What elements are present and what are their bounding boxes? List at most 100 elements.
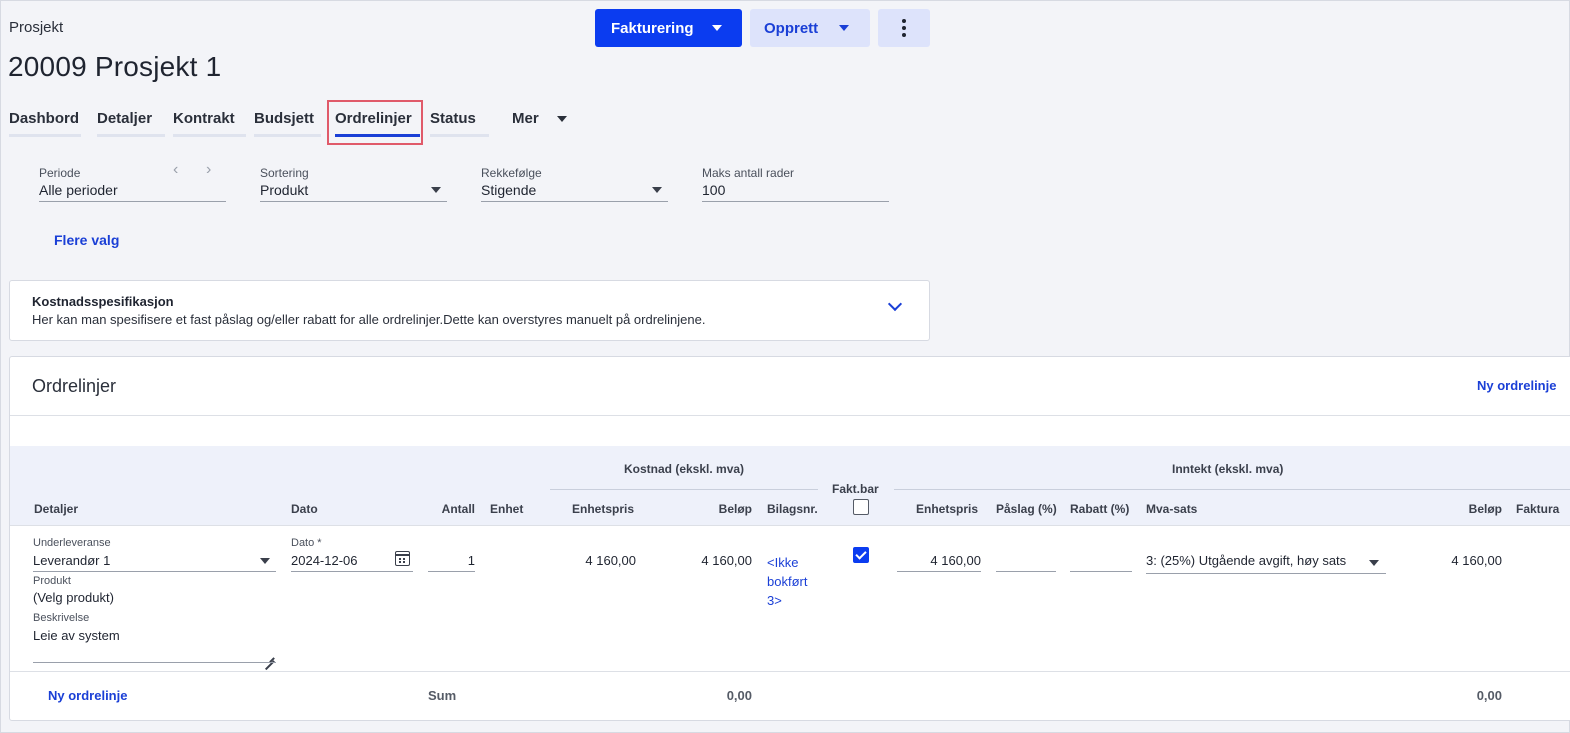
tab-underline bbox=[254, 134, 321, 137]
orderlines-title: Ordrelinjer bbox=[32, 376, 117, 396]
col-voucher-no: Bilagsnr. bbox=[767, 502, 818, 516]
description-textarea[interactable]: Leie av system bbox=[33, 628, 120, 643]
income-sum: 0,00 bbox=[1476, 688, 1502, 703]
create-button-label: Opprett bbox=[764, 19, 819, 37]
cost-spec-title: Kostnadsspesifikasjon bbox=[32, 294, 174, 309]
max-rows-input[interactable]: 100 bbox=[702, 182, 725, 198]
tab-underline bbox=[97, 134, 165, 137]
sub-delivery-underline bbox=[33, 571, 276, 572]
tab-mer[interactable]: Mer bbox=[512, 110, 567, 137]
date-label: Dato * bbox=[291, 537, 322, 549]
voucher-link-line3: 3> bbox=[767, 593, 782, 608]
income-unit-price-underline bbox=[897, 571, 981, 572]
description-label: Beskrivelse bbox=[33, 612, 90, 624]
tab-kontrakt[interactable]: Kontrakt bbox=[173, 110, 235, 137]
tab-status[interactable]: Status bbox=[430, 110, 476, 137]
date-underline bbox=[291, 571, 413, 572]
discount-underline bbox=[1070, 571, 1132, 572]
sub-delivery-select[interactable]: Leverandør 1 bbox=[33, 553, 110, 568]
markup-underline bbox=[996, 571, 1056, 572]
tab-detaljer[interactable]: Detaljer bbox=[97, 110, 152, 137]
tab-underline bbox=[173, 134, 246, 137]
invoicing-button-label: Fakturering bbox=[611, 19, 694, 37]
invoicing-button[interactable]: Fakturering bbox=[595, 9, 742, 47]
chevron-down-icon bbox=[652, 187, 662, 193]
col-billable: Fakt.bar bbox=[832, 482, 879, 496]
date-input[interactable]: 2024-12-06 bbox=[291, 553, 358, 568]
chevron-left-icon[interactable]: ‹ bbox=[173, 161, 178, 179]
tab-mer-label: Mer bbox=[512, 110, 539, 127]
col-cost-unit-price: Enhetspris bbox=[572, 502, 635, 516]
tab-budsjett[interactable]: Budsjett bbox=[254, 110, 314, 137]
chevron-down-icon bbox=[556, 116, 567, 123]
quantity-underline bbox=[428, 571, 475, 572]
col-invoice: Faktura bbox=[1516, 502, 1560, 516]
tab-dashbord[interactable]: Dashbord bbox=[9, 110, 79, 137]
sorting-underline bbox=[260, 201, 447, 202]
tab-underline bbox=[9, 134, 81, 137]
cost-unit-price: 4 160,00 bbox=[585, 553, 636, 568]
description-underline bbox=[33, 662, 276, 663]
billable-checkbox[interactable] bbox=[853, 547, 869, 563]
cost-amount: 4 160,00 bbox=[701, 553, 752, 568]
col-unit: Enhet bbox=[490, 502, 524, 516]
col-discount: Rabatt (%) bbox=[1070, 502, 1130, 516]
page-title: 20009 Prosjekt 1 bbox=[8, 51, 222, 82]
income-amount: 4 160,00 bbox=[1451, 553, 1502, 568]
divider bbox=[10, 671, 1570, 672]
group-line-cost bbox=[550, 489, 818, 490]
select-all-billable-checkbox[interactable] bbox=[853, 499, 869, 515]
col-date: Dato bbox=[291, 502, 318, 516]
vat-rate-select[interactable]: 3: (25%) Utgående avgift, høy sats bbox=[1146, 553, 1346, 568]
divider bbox=[10, 525, 1570, 526]
period-underline bbox=[39, 201, 226, 202]
sum-label: Sum bbox=[428, 688, 457, 703]
order-underline bbox=[481, 201, 668, 202]
chevron-down-icon bbox=[260, 558, 270, 564]
cost-sum: 0,00 bbox=[726, 688, 752, 703]
product-select[interactable]: (Velg produkt) bbox=[33, 590, 114, 605]
vat-rate-underline bbox=[1146, 573, 1386, 574]
order-label: Rekkefølge bbox=[481, 166, 542, 180]
col-income-amount: Beløp bbox=[1468, 502, 1502, 516]
cost-spec-card[interactable]: Kostnadsspesifikasjon Her kan man spesif… bbox=[9, 280, 930, 341]
sorting-select[interactable]: Produkt bbox=[260, 182, 308, 198]
more-actions-button[interactable] bbox=[878, 9, 930, 47]
new-orderline-button-bottom[interactable]: Ny ordrelinje bbox=[48, 688, 127, 703]
col-cost-amount: Beløp bbox=[718, 502, 752, 516]
divider bbox=[10, 415, 1570, 416]
app-frame: Prosjekt 20009 Prosjekt 1 Fakturering Op… bbox=[0, 0, 1570, 733]
period-label: Periode bbox=[39, 166, 81, 180]
group-header-income: Inntekt (ekskl. mva) bbox=[1172, 462, 1284, 476]
resize-handle-icon[interactable] bbox=[264, 651, 274, 661]
more-options-link[interactable]: Flere valg bbox=[54, 232, 119, 248]
sub-delivery-label: Underleveranse bbox=[33, 537, 111, 549]
tab-focus-highlight bbox=[327, 100, 423, 145]
kebab-icon bbox=[902, 19, 906, 37]
col-vat-rate: Mva-sats bbox=[1146, 502, 1198, 516]
create-button[interactable]: Opprett bbox=[750, 9, 870, 47]
calendar-icon[interactable] bbox=[395, 551, 410, 566]
new-orderline-button-top[interactable]: Ny ordrelinje bbox=[1477, 378, 1556, 393]
max-rows-underline bbox=[702, 201, 889, 202]
tab-underline bbox=[430, 134, 489, 137]
col-details: Detaljer bbox=[34, 502, 79, 516]
breadcrumb[interactable]: Prosjekt bbox=[9, 19, 63, 36]
chevron-down-icon bbox=[712, 25, 722, 31]
col-markup: Påslag (%) bbox=[996, 502, 1057, 516]
period-select[interactable]: Alle perioder bbox=[39, 182, 118, 198]
chevron-down-icon bbox=[839, 25, 849, 31]
order-select[interactable]: Stigende bbox=[481, 182, 536, 198]
voucher-link[interactable]: <Ikke bokført 3> bbox=[767, 553, 807, 610]
chevron-down-icon bbox=[1369, 560, 1379, 566]
group-line-income bbox=[894, 489, 1570, 490]
income-unit-price-input[interactable]: 4 160,00 bbox=[897, 553, 981, 568]
chevron-down-icon[interactable] bbox=[887, 296, 903, 312]
chevron-right-icon[interactable]: › bbox=[206, 161, 211, 179]
product-label: Produkt bbox=[33, 575, 71, 587]
col-income-unit-price: Enhetspris bbox=[916, 502, 979, 516]
max-rows-label: Maks antall rader bbox=[702, 166, 795, 180]
chevron-down-icon bbox=[431, 187, 441, 193]
group-header-cost: Kostnad (ekskl. mva) bbox=[624, 462, 745, 476]
quantity-input[interactable]: 1 bbox=[428, 553, 475, 568]
